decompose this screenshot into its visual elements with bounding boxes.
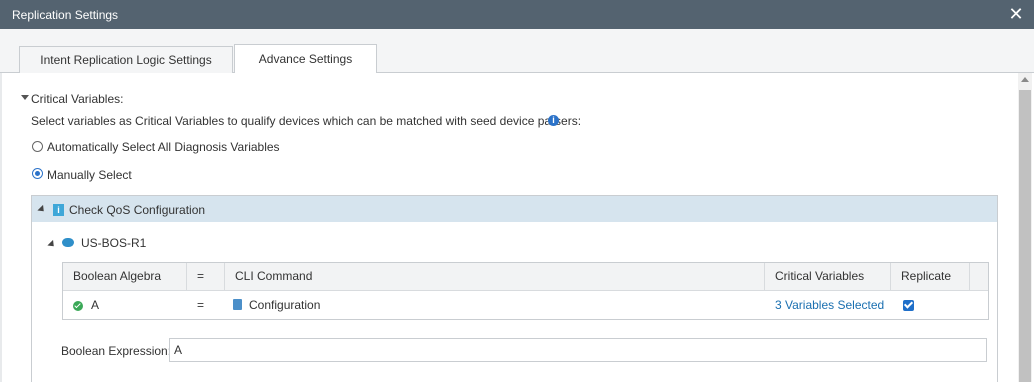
- col-boolean-algebra[interactable]: Boolean Algebra: [63, 263, 187, 290]
- variables-table: Boolean Algebra = CLI Command Critical V…: [62, 262, 989, 320]
- table-header: Boolean Algebra = CLI Command Critical V…: [63, 263, 988, 291]
- replicate-checkbox[interactable]: [903, 300, 914, 311]
- vertical-scrollbar[interactable]: [1018, 73, 1032, 382]
- intent-panel-header[interactable]: i Check QoS Configuration: [32, 196, 997, 222]
- info-icon[interactable]: i: [548, 115, 559, 126]
- intent-panel: i Check QoS Configuration US-BOS-R1 Bool…: [31, 195, 998, 382]
- device-expand-triangle-icon[interactable]: [47, 239, 57, 250]
- col-cli-command[interactable]: CLI Command: [225, 263, 765, 290]
- close-icon[interactable]: ✕: [1006, 4, 1026, 24]
- col-critical-variables[interactable]: Critical Variables: [765, 263, 891, 290]
- col-equals[interactable]: =: [187, 263, 225, 290]
- tab-advance-settings[interactable]: Advance Settings: [234, 44, 377, 74]
- router-icon: [62, 238, 74, 247]
- content-left-border: [0, 73, 2, 382]
- collapse-triangle-icon[interactable]: [21, 95, 29, 100]
- row-cli-command: Configuration: [249, 298, 321, 312]
- radio-manual-select[interactable]: [32, 168, 43, 179]
- device-name: US-BOS-R1: [81, 236, 147, 250]
- radio-auto-select-label[interactable]: Automatically Select All Diagnosis Varia…: [47, 140, 280, 154]
- tab-bar: Intent Replication Logic Settings Advanc…: [0, 29, 1034, 74]
- dialog-titlebar: Replication Settings ✕: [0, 0, 1034, 29]
- critical-variables-description: Select variables as Critical Variables t…: [31, 114, 582, 128]
- intent-title: Check QoS Configuration: [69, 203, 206, 217]
- table-row[interactable]: A = Configuration 3 Variables Selected: [63, 291, 988, 319]
- row-equals: =: [197, 298, 205, 312]
- col-replicate[interactable]: Replicate: [891, 263, 970, 290]
- dialog-title: Replication Settings: [12, 8, 119, 22]
- boolean-expression-input[interactable]: [169, 338, 987, 362]
- scrollbar-thumb[interactable]: [1019, 90, 1031, 382]
- critical-variables-label: Critical Variables:: [31, 92, 124, 106]
- intent-icon: i: [53, 204, 64, 216]
- tab-intent-replication-logic[interactable]: Intent Replication Logic Settings: [19, 46, 233, 73]
- expand-triangle-icon[interactable]: [37, 204, 47, 215]
- row-algebra: A: [91, 298, 100, 312]
- radio-auto-select[interactable]: [32, 141, 43, 152]
- critical-variables-link[interactable]: 3 Variables Selected: [765, 291, 884, 319]
- scroll-up-arrow-icon[interactable]: [1021, 77, 1029, 82]
- radio-manual-select-label[interactable]: Manually Select: [47, 168, 132, 182]
- boolean-expression-label: Boolean Expression:: [61, 344, 172, 358]
